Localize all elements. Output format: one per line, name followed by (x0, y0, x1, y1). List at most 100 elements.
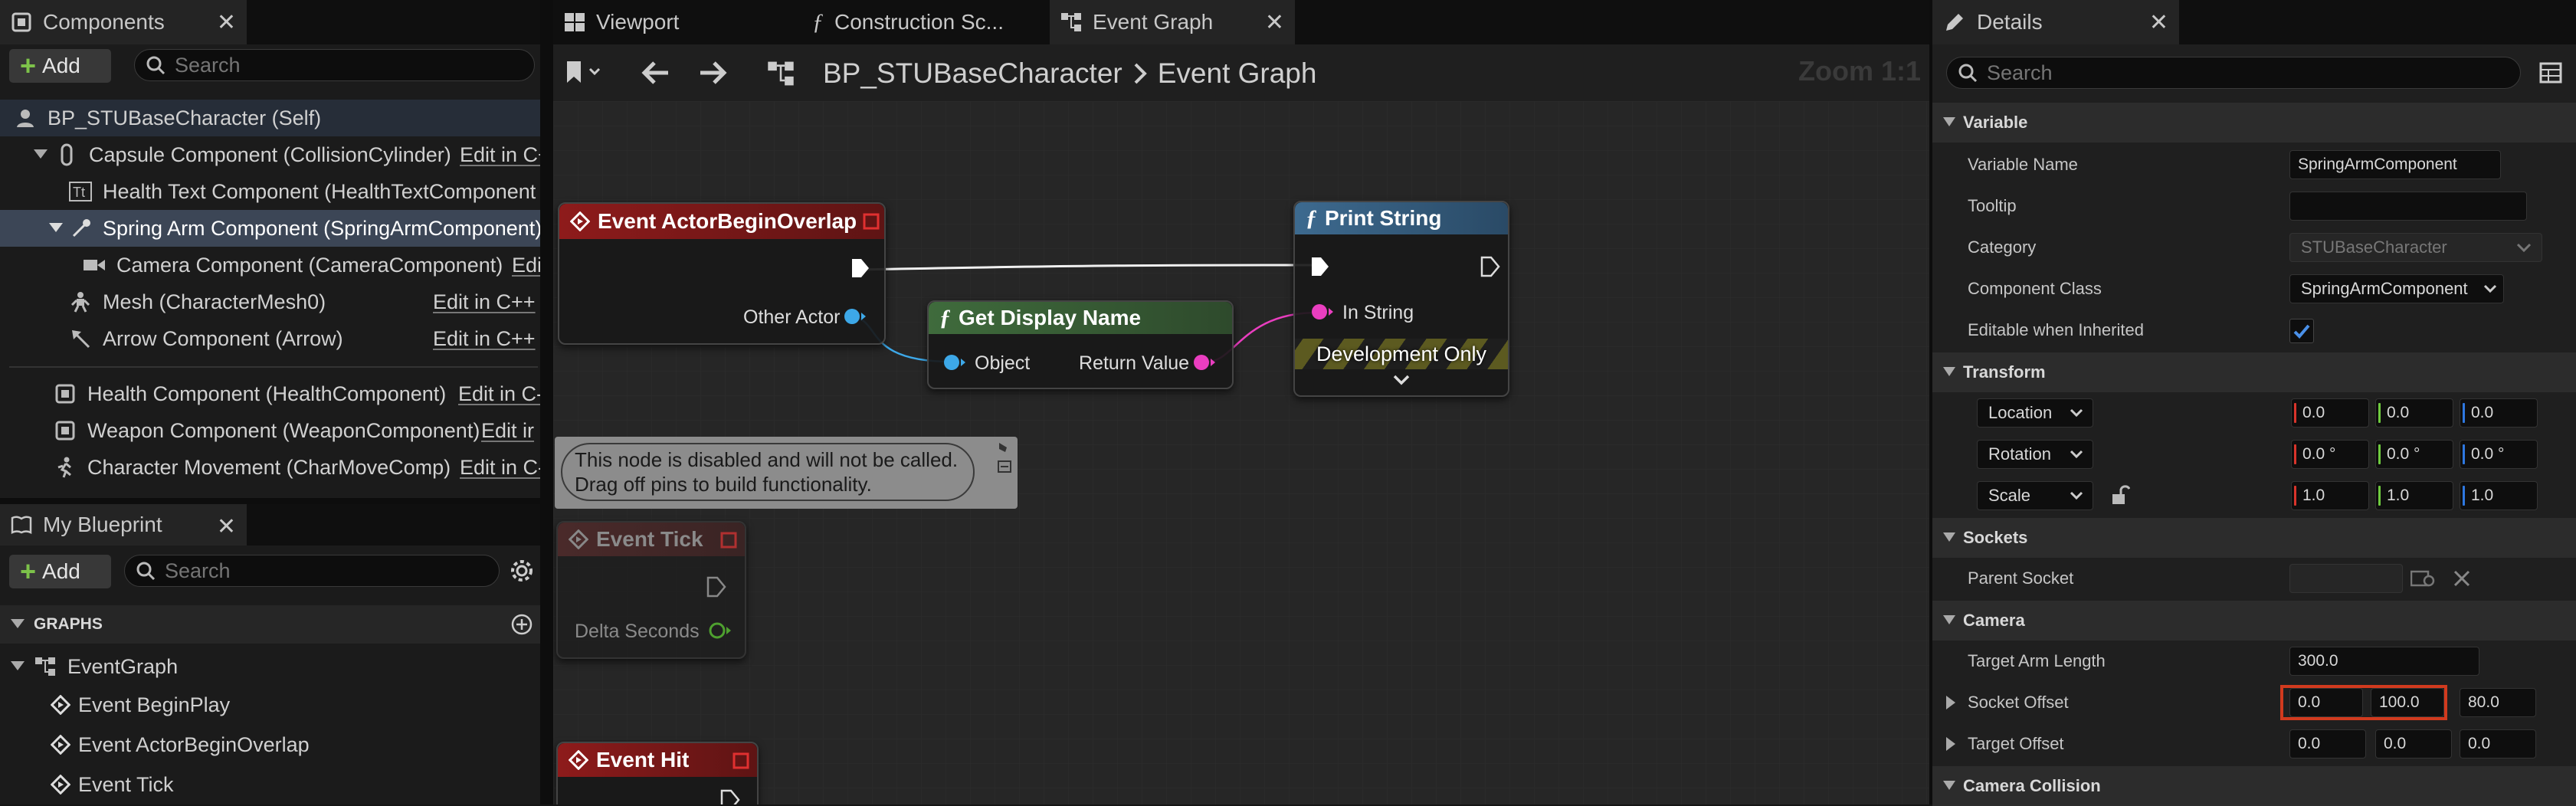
scale-mode-dropdown[interactable]: Scale (1977, 481, 2093, 510)
float-pin[interactable] (708, 621, 732, 641)
my-blueprint-add-button[interactable]: + Add (9, 555, 111, 588)
editable-inherited-checkbox[interactable] (2289, 319, 2314, 343)
expand-icon[interactable] (49, 223, 63, 234)
scale-z-field[interactable]: 1.0 (2460, 481, 2538, 510)
rotation-x-field[interactable]: 0.0 ° (2291, 440, 2369, 469)
expand-icon[interactable] (34, 149, 48, 160)
exec-in-pin[interactable] (1310, 256, 1330, 277)
edit-in-cpp-link[interactable]: Edit in C+ (460, 143, 540, 167)
location-x-field[interactable]: 0.0 (2291, 398, 2369, 428)
string-in-pin[interactable] (1310, 302, 1335, 322)
target-offset-y-field[interactable]: 0.0 (2375, 729, 2452, 758)
details-search[interactable] (1946, 57, 2521, 89)
location-mode-dropdown[interactable]: Location (1977, 398, 2093, 428)
graph-item-event-tick[interactable]: Event Tick (0, 766, 540, 803)
delegate-pin-icon[interactable] (732, 752, 749, 769)
socket-offset-x-field[interactable]: 0.0 (2289, 688, 2363, 717)
edit-in-cpp-link[interactable]: Edit in C++ (433, 290, 536, 314)
edit-in-cpp-link[interactable]: Edi (512, 254, 540, 277)
components-search-input[interactable] (175, 53, 486, 77)
node-event-actorbeginoverlap[interactable]: Event ActorBeginOverlap Other Actor (558, 202, 886, 345)
rotation-y-field[interactable]: 0.0 ° (2375, 440, 2453, 469)
rotation-mode-dropdown[interactable]: Rotation (1977, 440, 2093, 469)
graph-item-event-actorbeginoverlap[interactable]: Event ActorBeginOverlap (0, 726, 540, 763)
close-icon[interactable]: ✕ (1265, 9, 1284, 36)
tree-item-spring-arm[interactable]: Spring Arm Component (SpringArmComponent… (0, 210, 540, 247)
add-graph-icon[interactable] (510, 613, 533, 636)
graphs-section-header[interactable]: GRAPHS (0, 605, 540, 644)
tree-item-weapon-component[interactable]: Weapon Component (WeaponComponent) Edit … (0, 412, 540, 449)
tree-item-health-component[interactable]: Health Component (HealthComponent) Edit … (0, 375, 540, 412)
components-add-button[interactable]: + Add (9, 49, 111, 83)
my-blueprint-search-input[interactable] (165, 559, 456, 583)
tree-item-self[interactable]: BP_STUBaseCharacter (Self) (0, 100, 540, 136)
section-camera-collision[interactable]: Camera Collision (1932, 766, 2576, 806)
section-transform[interactable]: Transform (1932, 352, 2576, 392)
expand-icon[interactable] (1946, 737, 1955, 751)
delegate-pin-icon[interactable] (720, 532, 737, 549)
forward-arrow-icon[interactable] (697, 60, 728, 86)
node-event-tick[interactable]: Event Tick Delta Seconds (556, 521, 746, 659)
chevron-down-icon[interactable] (1391, 372, 1411, 388)
object-pin[interactable] (843, 306, 867, 326)
target-offset-x-field[interactable]: 0.0 (2289, 729, 2366, 758)
tab-viewport[interactable]: Viewport (553, 0, 791, 44)
socket-offset-y-field[interactable]: 100.0 (2371, 688, 2444, 717)
my-blueprint-search[interactable] (124, 555, 500, 587)
tab-my-blueprint[interactable]: My Blueprint ✕ (0, 504, 247, 546)
event-graph-canvas[interactable]: Event ActorBeginOverlap Other Actor ƒ Ge… (553, 101, 1932, 804)
socket-offset-z-field[interactable]: 80.0 (2460, 688, 2536, 717)
object-in-pin[interactable] (942, 352, 967, 372)
gear-icon[interactable] (509, 558, 535, 584)
parent-socket-field[interactable] (2289, 564, 2403, 593)
scale-y-field[interactable]: 1.0 (2375, 481, 2453, 510)
tree-item-camera[interactable]: Camera Component (CameraComponent) Edi (0, 247, 540, 283)
edit-in-cpp-link[interactable]: Edit in C++ (433, 327, 536, 351)
string-out-pin[interactable] (1192, 352, 1217, 372)
components-search[interactable] (134, 49, 535, 81)
socket-browse-icon[interactable] (2410, 568, 2437, 588)
clear-icon[interactable] (2452, 568, 2472, 588)
expand-icon[interactable] (1946, 696, 1955, 709)
breadcrumb-blueprint[interactable]: BP_STUBaseCharacter (823, 57, 1122, 90)
edit-in-cpp-link[interactable]: Edit ir (481, 419, 534, 443)
tab-details[interactable]: Details ✕ (1932, 0, 2179, 44)
target-offset-z-field[interactable]: 0.0 (2460, 729, 2536, 758)
variable-name-field[interactable]: SpringArmComponent (2289, 150, 2501, 179)
graph-item-event-beginplay[interactable]: Event BeginPlay (0, 686, 540, 723)
tab-construction-script[interactable]: ƒ Construction Sc... (801, 0, 1044, 44)
component-class-dropdown[interactable]: SpringArmComponent (2289, 274, 2504, 303)
back-arrow-icon[interactable] (641, 60, 671, 86)
node-get-display-name[interactable]: ƒ Get Display Name Object Return Value (927, 300, 1234, 389)
section-variable[interactable]: Variable (1932, 103, 2576, 143)
pin-icon[interactable] (996, 441, 1013, 475)
rotation-z-field[interactable]: 0.0 ° (2460, 440, 2538, 469)
exec-out-pin[interactable] (1480, 256, 1500, 277)
delegate-pin-icon[interactable] (863, 213, 880, 230)
section-sockets[interactable]: Sockets (1932, 518, 2576, 558)
close-icon[interactable]: ✕ (217, 513, 236, 540)
tree-item-arrow[interactable]: Arrow Component (Arrow) Edit in C++ (0, 320, 540, 357)
tab-components[interactable]: Components ✕ (0, 0, 247, 44)
unlock-icon[interactable] (2110, 484, 2130, 506)
exec-out-pin[interactable] (850, 257, 870, 279)
details-search-input[interactable] (1987, 61, 2437, 85)
tab-event-graph[interactable]: Event Graph ✕ (1050, 0, 1295, 44)
tree-item-capsule[interactable]: Capsule Component (CollisionCylinder) Ed… (0, 136, 540, 173)
node-event-hit[interactable]: Event Hit (556, 742, 759, 804)
exec-out-pin[interactable] (720, 789, 740, 804)
scale-x-field[interactable]: 1.0 (2291, 481, 2369, 510)
edit-in-cpp-link[interactable]: Edit in C- (458, 382, 540, 406)
graph-item-eventgraph[interactable]: EventGraph (0, 648, 540, 685)
node-print-string[interactable]: ƒ Print String In String Development Onl… (1293, 201, 1509, 397)
section-camera[interactable]: Camera (1932, 601, 2576, 641)
target-arm-length-field[interactable]: 300.0 (2289, 647, 2479, 676)
close-icon[interactable]: ✕ (217, 9, 236, 36)
tree-item-character-movement[interactable]: Character Movement (CharMoveComp) Edit i… (0, 449, 540, 486)
category-dropdown[interactable]: STUBaseCharacter (2289, 233, 2542, 262)
tree-item-health-text[interactable]: Tt Health Text Component (HealthTextComp… (0, 173, 540, 210)
close-icon[interactable]: ✕ (2149, 9, 2168, 36)
table-view-icon[interactable] (2539, 61, 2562, 84)
edit-in-cpp-link[interactable]: Edit in C- (460, 456, 540, 480)
breadcrumb-graph[interactable]: Event Graph (1158, 57, 1317, 90)
